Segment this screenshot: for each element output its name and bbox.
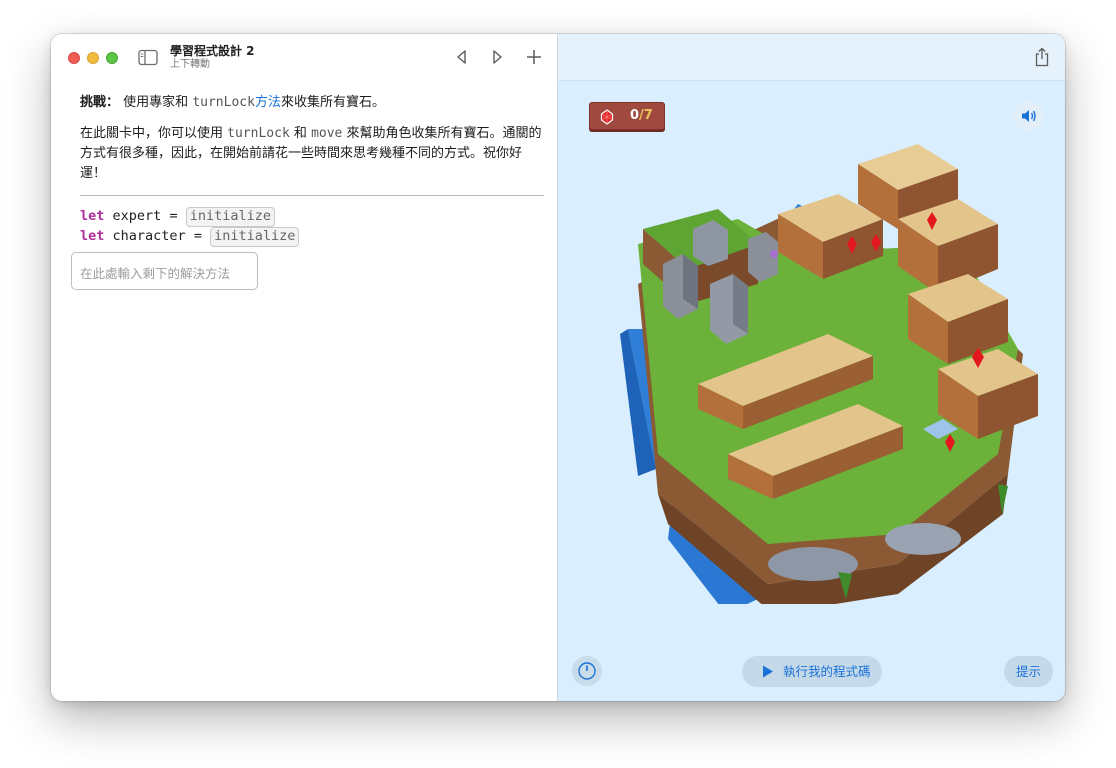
app-window: 學習程式設計 2 上下轉動 挑戰： 使用專家和 turnLock方法來收集所有寶… — [51, 34, 1065, 701]
close-window-button[interactable] — [68, 52, 80, 64]
share-icon[interactable] — [1033, 47, 1051, 67]
maximize-window-button[interactable] — [106, 52, 118, 64]
challenge-text-part: 使用專家和 — [123, 95, 189, 110]
left-toolbar: 學習程式設計 2 上下轉動 — [51, 34, 557, 80]
code-keyword: let — [80, 228, 105, 244]
puzzle-world — [620, 144, 1038, 604]
challenge-label: 挑戰： — [80, 95, 120, 110]
code-identifier: expert — [112, 208, 162, 224]
run-code-label: 執行我的程式碼 — [783, 664, 871, 679]
description-part: 在此關卡中，你可以使用 — [80, 126, 224, 141]
page-subtitle: 上下轉動 — [170, 59, 210, 70]
plus-icon[interactable] — [524, 47, 544, 67]
instructions: 挑戰： 使用專家和 turnLock方法來收集所有寶石。 在此關卡中，你可以使用… — [80, 94, 544, 184]
speedometer-icon[interactable] — [572, 656, 602, 686]
initialize-placeholder[interactable]: initialize — [210, 227, 300, 247]
code-operator: = — [193, 228, 202, 244]
code-identifier: character — [112, 228, 186, 244]
title-block: 學習程式設計 2 上下轉動 — [170, 44, 255, 71]
code-operator: = — [169, 208, 178, 224]
divider — [80, 195, 544, 196]
run-code-button[interactable]: 執行我的程式碼 — [742, 656, 882, 687]
challenge-text-part: 來收集所有寶石。 — [280, 95, 385, 110]
glossary-link[interactable]: 方法 — [255, 95, 281, 110]
code-term: turnLock — [227, 126, 290, 141]
code-keyword: let — [80, 208, 105, 224]
page-title: 學習程式設計 2 — [170, 44, 255, 58]
right-toolbar — [558, 34, 1065, 81]
live-view: 0/7 執行我的程式碼 提示 — [557, 34, 1065, 701]
code-term: move — [311, 126, 343, 141]
description-text: 在此關卡中，你可以使用 turnLock 和 move 來幫助角色收集所有寶石。… — [80, 124, 544, 184]
instructions-pane: 學習程式設計 2 上下轉動 挑戰： 使用專家和 turnLock方法來收集所有寶… — [51, 34, 557, 701]
initialize-placeholder[interactable]: initialize — [185, 207, 276, 227]
solution-input[interactable]: 在此處輸入剩下的解決方法 — [71, 252, 258, 290]
code-line[interactable]: let character = initialize — [80, 226, 300, 247]
challenge-text: 挑戰： 使用專家和 turnLock方法來收集所有寶石。 — [80, 94, 544, 112]
description-part: 和 — [293, 126, 307, 141]
minimize-window-button[interactable] — [87, 52, 99, 64]
code-line[interactable]: let expert = initialize — [80, 206, 299, 227]
code-term: turnLock — [192, 95, 255, 110]
play-icon — [763, 665, 773, 678]
code-editor[interactable]: let expert = initialize let character = … — [80, 206, 300, 247]
hint-button[interactable]: 提示 — [1004, 656, 1053, 687]
sidebar-toggle-icon[interactable] — [138, 49, 158, 66]
chevron-right-icon[interactable] — [487, 47, 507, 67]
chevron-left-icon[interactable] — [452, 47, 472, 67]
